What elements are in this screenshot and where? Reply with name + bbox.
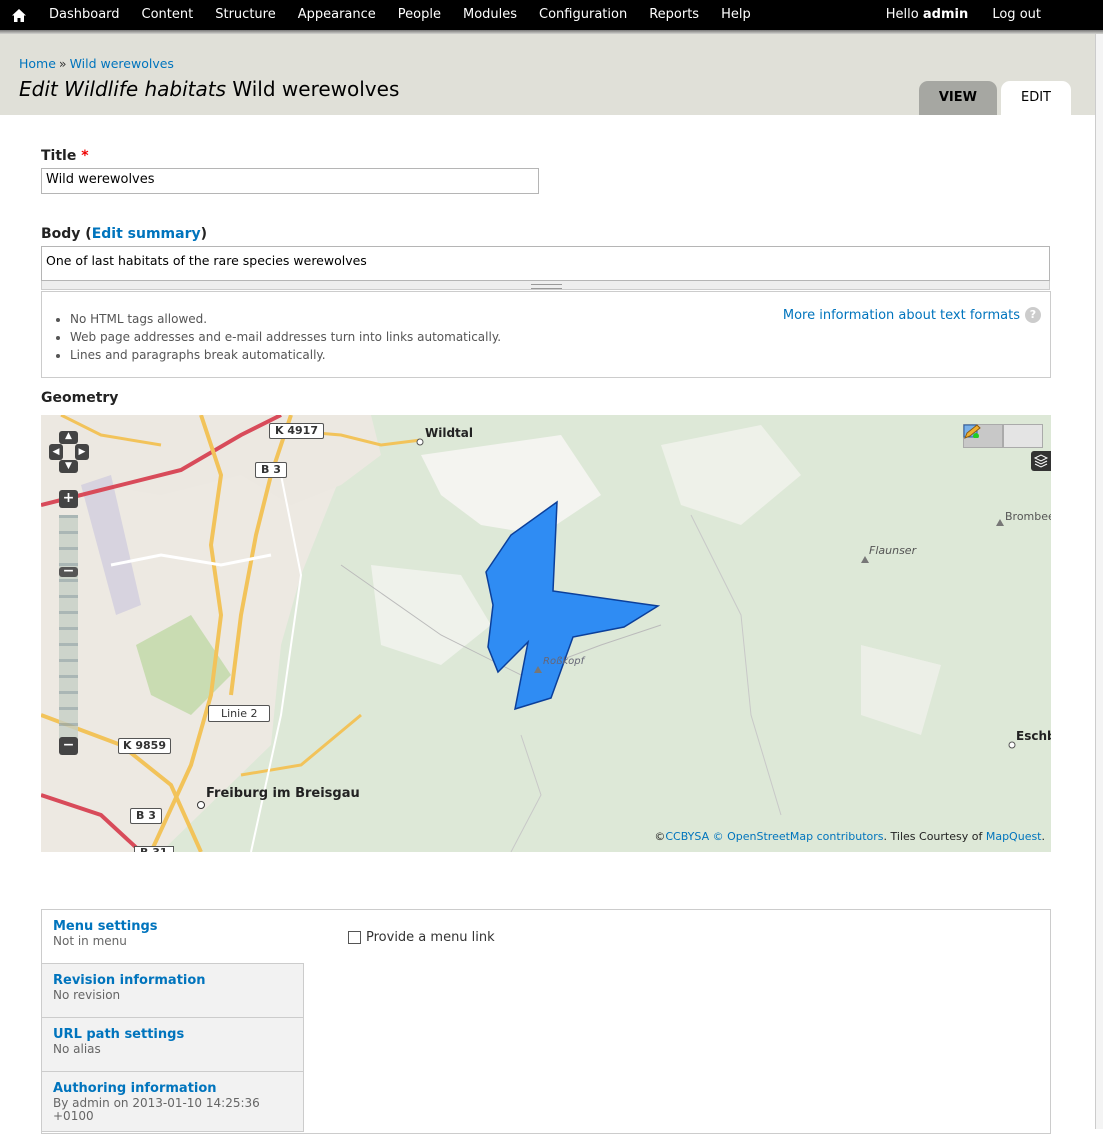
pan-down-icon[interactable]: ▼	[59, 460, 78, 473]
mapquest-link[interactable]: MapQuest	[986, 830, 1042, 843]
map-label-k9859: K 9859	[118, 738, 171, 754]
modify-feature-icon[interactable]	[964, 424, 1043, 448]
title-node-name: Wild werewolves	[232, 77, 400, 101]
vtab-url-path-settings[interactable]: URL path settings No alias	[42, 1018, 304, 1072]
hello-text: Hello admin	[885, 7, 969, 22]
body-textarea[interactable]: One of last habitats of the rare species…	[41, 246, 1050, 281]
breadcrumb: Home» Wild werewolves	[19, 56, 174, 71]
toolbar-menu: Dashboard Content Structure Appearance P…	[38, 0, 762, 30]
toolbar-item-help[interactable]: Help	[710, 0, 762, 30]
textarea-resize-grip[interactable]	[41, 281, 1050, 290]
help-icon[interactable]: ?	[1025, 307, 1041, 323]
vtab-revision-information[interactable]: Revision information No revision	[42, 964, 304, 1018]
vtab-title: Menu settings	[53, 919, 158, 934]
toolbar-item-modules[interactable]: Modules	[452, 0, 528, 30]
vertical-tabs: Menu settings Not in menu Revision infor…	[41, 909, 1051, 1134]
vtab-title: Revision information	[53, 973, 206, 988]
map-edit-toolbar	[963, 424, 1043, 448]
map-label-flaunser: Flaunser	[869, 544, 917, 557]
primary-tabs: VIEW EDIT	[915, 81, 1071, 115]
breadcrumb-home[interactable]: Home	[19, 56, 56, 71]
body-label: Body (Edit summary)	[41, 226, 208, 242]
toolbar-item-appearance[interactable]: Appearance	[287, 0, 387, 30]
pan-left-icon[interactable]: ◀	[49, 444, 63, 460]
menu-link-checkbox[interactable]	[348, 931, 361, 944]
username-link[interactable]: admin	[923, 7, 968, 22]
pan-right-icon[interactable]: ▶	[75, 444, 89, 460]
home-icon[interactable]	[0, 0, 38, 30]
breadcrumb-separator: »	[58, 56, 67, 71]
vtab-title: Authoring information	[53, 1081, 217, 1096]
vtab-summary: Not in menu	[53, 934, 127, 948]
tab-edit[interactable]: EDIT	[1001, 81, 1071, 115]
page-title: Edit Wildlife habitats Wild werewolves	[19, 77, 399, 101]
vtab-summary: By admin on 2013-01-10 14:25:36 +0100	[53, 1096, 260, 1123]
layer-switcher-icon[interactable]	[1031, 451, 1051, 471]
map-label-freiburg: Freiburg im Breisgau	[206, 786, 360, 801]
map-label-brombee: Brombee	[1005, 510, 1051, 523]
required-mark: *	[81, 148, 89, 164]
text-format-tips: No HTML tags allowed. Web page addresses…	[41, 291, 1051, 378]
toolbar-item-reports[interactable]: Reports	[638, 0, 710, 30]
pan-control[interactable]: ▲ ◀ ▶ ▼	[49, 431, 89, 473]
map-label-b3: B 3	[255, 462, 287, 478]
toolbar-item-structure[interactable]: Structure	[204, 0, 286, 30]
menu-link-label: Provide a menu link	[366, 930, 495, 945]
breadcrumb-node[interactable]: Wild werewolves	[70, 56, 174, 71]
more-info-formats-link[interactable]: More information about text formats	[783, 308, 1020, 323]
format-tip: Lines and paragraphs break automatically…	[70, 346, 1038, 364]
zoom-slider[interactable]	[59, 515, 78, 743]
map-label-rosskopf: Roßkopf	[543, 656, 585, 667]
title-label: Title *	[41, 148, 89, 164]
vtab-authoring-information[interactable]: Authoring information By admin on 2013-0…	[42, 1072, 304, 1132]
page-header: Home» Wild werewolves Edit Wildlife habit…	[0, 34, 1103, 115]
vertical-tab-list: Menu settings Not in menu Revision infor…	[42, 910, 304, 1132]
osm-link[interactable]: © OpenStreetMap contributors	[713, 830, 884, 843]
map-label-linie2: Linie 2	[208, 705, 271, 722]
map-tiles	[41, 415, 1016, 852]
vtab-menu-settings[interactable]: Menu settings Not in menu	[42, 910, 304, 964]
geometry-label: Geometry	[41, 390, 119, 406]
zoom-in-button[interactable]: +	[59, 490, 78, 508]
map-label-eschb: Eschb	[1016, 729, 1051, 743]
map-label-k4917: K 4917	[269, 423, 324, 439]
toolbar-item-people[interactable]: People	[387, 0, 452, 30]
vtab-summary: No alias	[53, 1042, 101, 1056]
map-label-wildtal: Wildtal	[425, 426, 473, 440]
provide-menu-link[interactable]: Provide a menu link	[348, 930, 495, 945]
toolbar-item-configuration[interactable]: Configuration	[528, 0, 638, 30]
edit-summary-link[interactable]: Edit summary	[92, 226, 201, 242]
title-prefix: Edit	[19, 77, 58, 101]
zoom-out-button[interactable]: −	[59, 737, 78, 755]
map-attribution: ©CCBYSA © OpenStreetMap contributors. Ti…	[654, 830, 1045, 843]
scrollbar[interactable]	[1095, 34, 1103, 1129]
format-tip: Web page addresses and e-mail addresses …	[70, 328, 1038, 346]
user-area: Hello admin Log out	[866, 0, 1041, 30]
vtab-title: URL path settings	[53, 1027, 185, 1042]
toolbar-item-dashboard[interactable]: Dashboard	[38, 0, 131, 30]
zoom-slider-handle[interactable]: −	[59, 564, 78, 578]
map-widget[interactable]: K 4917 Wildtal B 3 Brombee Flaunser Roßk…	[41, 415, 1051, 852]
vtab-summary: No revision	[53, 988, 121, 1002]
map-label-b31: B 31	[134, 846, 174, 852]
admin-toolbar: Dashboard Content Structure Appearance P…	[0, 0, 1103, 30]
ccbysa-link[interactable]: CCBYSA	[665, 830, 709, 843]
pan-up-icon[interactable]: ▲	[59, 431, 78, 444]
tab-view[interactable]: VIEW	[918, 81, 997, 115]
habitat-polygon	[485, 500, 661, 711]
title-type: Wildlife habitats	[64, 77, 227, 101]
toolbar-item-content[interactable]: Content	[131, 0, 205, 30]
title-input[interactable]: Wild werewolves	[41, 168, 539, 194]
logout-link[interactable]: Log out	[992, 7, 1041, 22]
map-label-b3-south: B 3	[130, 808, 162, 824]
